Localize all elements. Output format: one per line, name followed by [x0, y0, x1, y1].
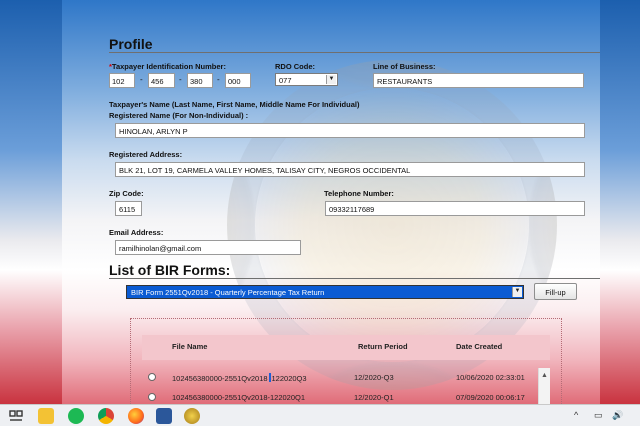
line-of-business-field[interactable]: RESTAURANTS	[373, 73, 584, 88]
forms-title: List of BIR Forms:	[109, 262, 231, 278]
firefox-icon[interactable]	[128, 408, 144, 424]
zip-code-label: Zip Code:	[109, 189, 144, 198]
background-right	[600, 0, 640, 404]
bir-forms-selected-value: BIR Form 2551Qv2018 - Quarterly Percenta…	[131, 288, 325, 297]
task-view-icon[interactable]	[8, 408, 24, 424]
rdo-code-label: RDO Code:	[275, 62, 315, 71]
rdo-code-select[interactable]: 077 ▼	[275, 73, 338, 86]
tin-label: *Taxpayer Identification Number:	[109, 62, 226, 71]
tin-segment-2[interactable]: 456	[148, 73, 175, 88]
taxpayer-name-label: Taxpayer's Name (Last Name, First Name, …	[109, 100, 360, 109]
header-date-created: Date Created	[456, 342, 503, 351]
chevron-up-icon[interactable]: ▲	[541, 372, 548, 379]
bir-forms-select[interactable]: BIR Form 2551Qv2018 - Quarterly Percenta…	[126, 285, 524, 299]
row-radio[interactable]	[148, 373, 156, 381]
fill-up-button[interactable]: Fill-up	[534, 283, 577, 300]
table-row[interactable]: 102456380000-2551Qv2018-122020Q1 12/2020…	[142, 388, 550, 404]
registered-name-field[interactable]: HINOLAN, ARLYN P	[115, 123, 585, 138]
text-cursor	[268, 373, 271, 382]
registered-address-label: Registered Address:	[109, 150, 183, 159]
chevron-down-icon: ▼	[326, 75, 336, 84]
row-date-created: 07/09/2020 00:06:17	[456, 393, 525, 402]
volume-icon[interactable]: 🔊	[612, 410, 623, 421]
table-row[interactable]: 102456380000-2551Qv2018 122020Q3 12/2020-…	[142, 368, 550, 388]
header-return-period: Return Period	[358, 342, 408, 351]
telephone-label: Telephone Number:	[324, 189, 394, 198]
file-explorer-icon[interactable]	[38, 408, 54, 424]
profile-title: Profile	[109, 36, 153, 52]
telephone-field[interactable]: 09332117689	[325, 201, 585, 216]
chrome-icon[interactable]	[98, 408, 114, 424]
app-window: Profile *Taxpayer Identification Number:…	[0, 0, 640, 404]
tin-separator: -	[217, 75, 220, 84]
tin-separator: -	[179, 75, 182, 84]
table-scrollbar[interactable]: ▲	[538, 368, 550, 404]
row-date-created: 10/06/2020 02:33:01	[456, 373, 525, 382]
row-return-period: 12/2020-Q1	[354, 393, 394, 402]
battery-icon[interactable]: ▭	[594, 410, 603, 421]
profile-panel: Profile *Taxpayer Identification Number:…	[62, 0, 600, 404]
tin-separator: -	[140, 75, 143, 84]
rdo-code-value: 077	[279, 76, 292, 85]
chevron-down-icon: ▼	[512, 287, 522, 297]
chevron-up-icon[interactable]: ^	[574, 410, 578, 420]
tin-segment-3[interactable]: 380	[187, 73, 213, 88]
header-file-name: File Name	[172, 342, 208, 351]
forms-divider	[109, 278, 600, 279]
email-field[interactable]: ramilhinolan@gmail.com	[115, 240, 301, 255]
tin-segment-1[interactable]: 102	[109, 73, 135, 88]
registered-address-field[interactable]: BLK 21, LOT 19, CARMELA VALLEY HOMES, TA…	[115, 162, 585, 177]
tin-segment-4[interactable]: 000	[225, 73, 251, 88]
background-left	[0, 0, 62, 404]
spotify-icon[interactable]	[68, 408, 84, 424]
row-file-name: 102456380000-2551Qv2018 122020Q3	[172, 373, 307, 383]
registered-name-label: Registered Name (For Non-Individual) :	[109, 111, 249, 120]
line-of-business-label: Line of Business:	[373, 62, 436, 71]
zip-code-field[interactable]: 6115	[115, 201, 142, 216]
word-icon[interactable]	[156, 408, 172, 424]
row-radio[interactable]	[148, 393, 156, 401]
taskbar: ^ ▭ 🔊	[0, 404, 640, 426]
email-label: Email Address:	[109, 228, 164, 237]
row-return-period: 12/2020-Q3	[354, 373, 394, 382]
row-file-name: 102456380000-2551Qv2018-122020Q1	[172, 393, 306, 402]
profile-divider	[109, 52, 600, 53]
bir-efps-icon[interactable]	[184, 408, 200, 424]
